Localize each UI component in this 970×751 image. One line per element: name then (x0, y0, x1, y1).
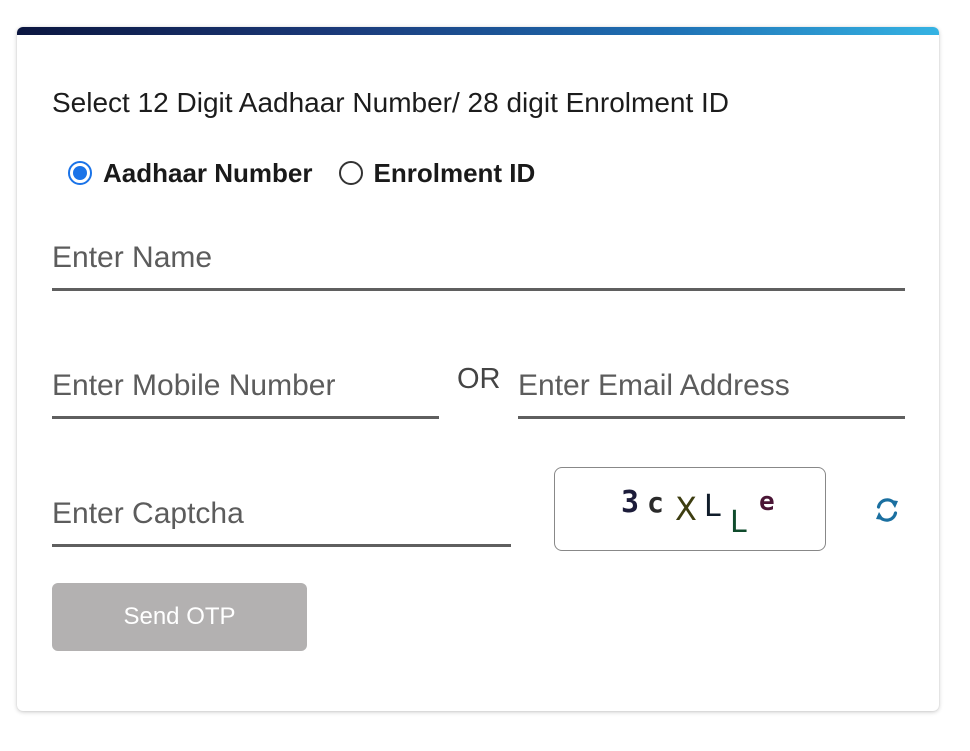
radio-label-enrolment: Enrolment ID (373, 157, 536, 188)
captcha-input[interactable] (52, 483, 511, 544)
captcha-image-graphic: 3 c X L L e (621, 485, 775, 540)
radio-button-selected[interactable] (68, 161, 92, 185)
radio-label-aadhaar: Aadhaar Number (103, 157, 313, 188)
email-address-input[interactable] (518, 355, 905, 416)
email-field (518, 355, 905, 419)
name-input[interactable] (52, 227, 905, 288)
radio-enrolment-id[interactable]: Enrolment ID (338, 157, 536, 189)
refresh-icon-graphic (876, 498, 898, 522)
svg-text:L: L (730, 505, 747, 540)
svg-text:e: e (759, 487, 775, 517)
card-top-accent-bar (17, 27, 939, 35)
mobile-number-input[interactable] (52, 355, 439, 416)
radio-selected-dot (73, 166, 87, 180)
name-field (52, 227, 905, 291)
captcha-image: 3 c X L L e (554, 467, 826, 551)
or-separator: OR (457, 363, 501, 395)
refresh-icon[interactable] (872, 495, 902, 525)
radio-aadhaar-number[interactable]: Aadhaar Number (68, 158, 313, 189)
radio-button-unselected[interactable] (338, 161, 363, 185)
id-type-instruction: Select 12 Digit Aadhaar Number/ 28 digit… (52, 87, 730, 118)
captcha-field (52, 483, 511, 547)
send-otp-button[interactable]: Send OTP (52, 583, 307, 651)
id-type-radio-group: Aadhaar Number Enrolment ID (68, 157, 561, 189)
svg-text:c: c (647, 486, 664, 519)
svg-text:L: L (704, 489, 721, 524)
svg-text:X: X (675, 490, 697, 528)
svg-text:3: 3 (621, 485, 639, 520)
mobile-field (52, 355, 439, 419)
otp-form-card: Select 12 Digit Aadhaar Number/ 28 digit… (17, 27, 939, 711)
